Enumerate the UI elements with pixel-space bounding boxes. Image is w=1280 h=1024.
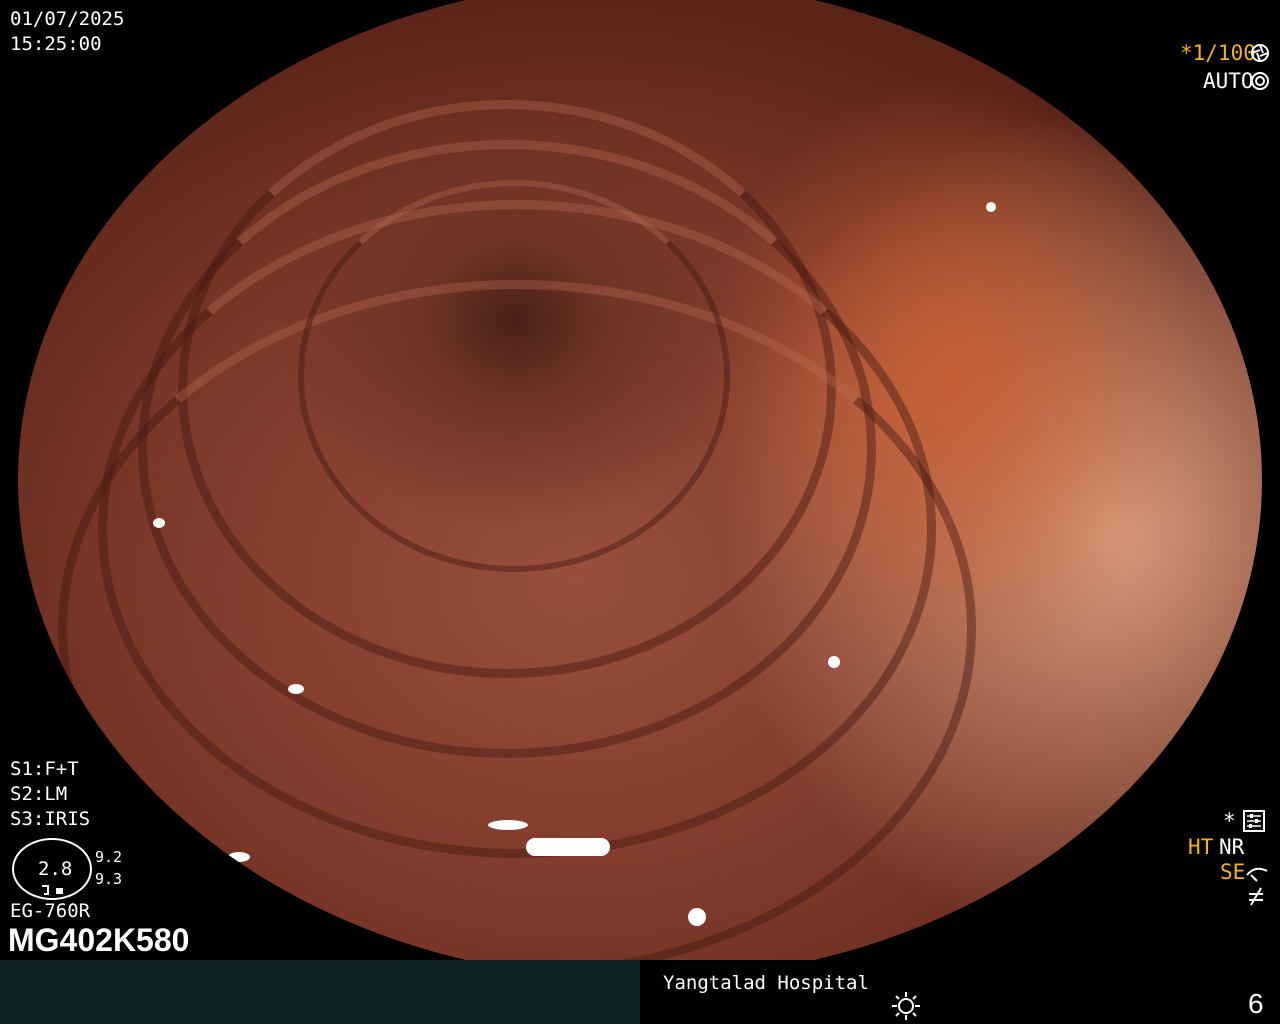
freeze-icon: [1249, 887, 1263, 906]
scope-model: EG-760R: [10, 900, 91, 922]
light-reflection: [288, 684, 304, 694]
zoom-side-top: 9.2: [95, 848, 123, 866]
light-reflection: [526, 838, 610, 856]
ht-indicator: HT: [1188, 835, 1214, 859]
star-mark: *: [1223, 809, 1236, 833]
shutter-speed: *1/100: [1180, 41, 1256, 65]
s1-setting: S1:F+T: [10, 758, 79, 780]
light-reflection: [828, 656, 840, 668]
light-reflection: [986, 202, 996, 212]
light-reflection: [153, 518, 165, 528]
iris-icon: [1251, 72, 1269, 90]
footer-left-bar: [0, 960, 640, 1024]
nr-indicator: NR: [1219, 835, 1245, 859]
zoom-gauge: 2.8: [12, 838, 92, 900]
structure-enhancement-icon: [1246, 867, 1268, 882]
mucosal-fold: [298, 180, 730, 572]
s3-setting: S3:IRIS: [10, 808, 91, 830]
hospital-name: Yangtalad Hospital: [663, 972, 869, 994]
se-indicator: SE: [1220, 860, 1246, 884]
page-number: 6: [1248, 988, 1264, 1019]
light-reflection: [228, 852, 250, 862]
endoscopic-view: [18, 0, 1262, 980]
s2-setting: S2:LM: [10, 783, 68, 805]
scope-tip-icon: [42, 885, 63, 895]
scope-serial: MG402K580: [8, 922, 190, 958]
date-label: 01/07/2025: [10, 8, 125, 30]
shutter-icon: [1251, 44, 1269, 62]
brightness-icon: [892, 992, 920, 1020]
time-label: 15:25:00: [10, 33, 102, 55]
zoom-side-bottom: 9.3: [95, 870, 123, 888]
iris-mode: AUTO: [1203, 69, 1254, 93]
light-reflection: [688, 908, 706, 926]
zoom-value: 2.8: [38, 858, 73, 880]
settings-icon: [1243, 810, 1265, 832]
light-reflection: [488, 820, 528, 830]
